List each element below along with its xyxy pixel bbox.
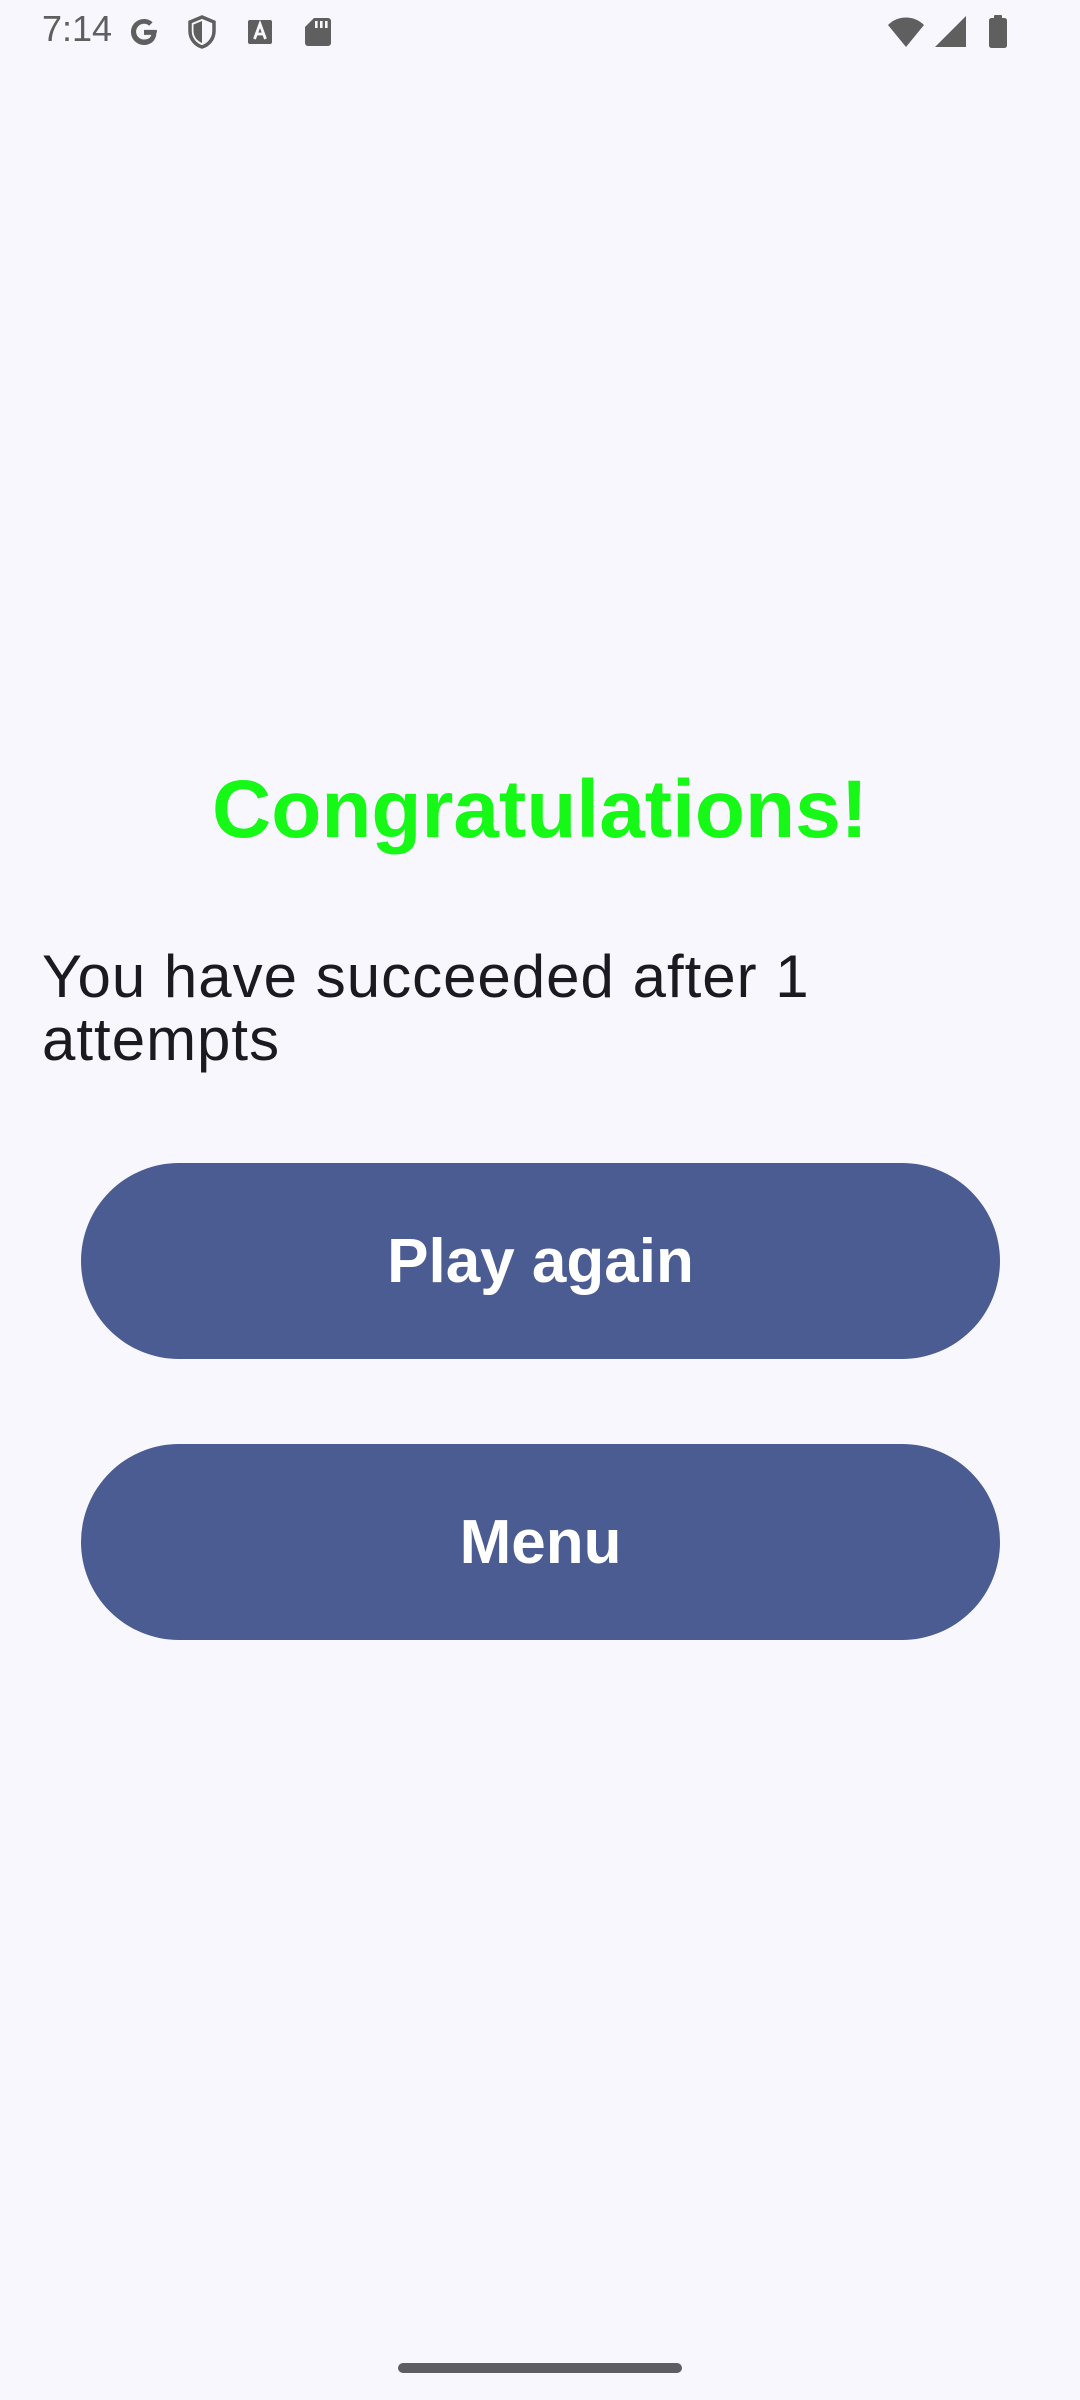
google-g-icon [131, 19, 157, 45]
wifi-icon [888, 17, 924, 47]
shield-icon [188, 15, 216, 49]
status-bar: 7:14 [0, 0, 1080, 64]
menu-button[interactable]: Menu [81, 1444, 1000, 1640]
status-time: 7:14 [42, 8, 113, 49]
attempts-message: You have succeeded after 1 attempts [42, 943, 810, 1073]
congratulations-title: Congratulations! [212, 764, 868, 855]
gesture-navigation-handle[interactable] [398, 2363, 682, 2373]
font-a-icon [248, 19, 272, 44]
battery-icon [989, 15, 1007, 48]
play-again-button[interactable]: Play again [81, 1163, 1000, 1359]
sd-card-icon [305, 18, 331, 46]
cell-signal-icon [935, 16, 966, 47]
